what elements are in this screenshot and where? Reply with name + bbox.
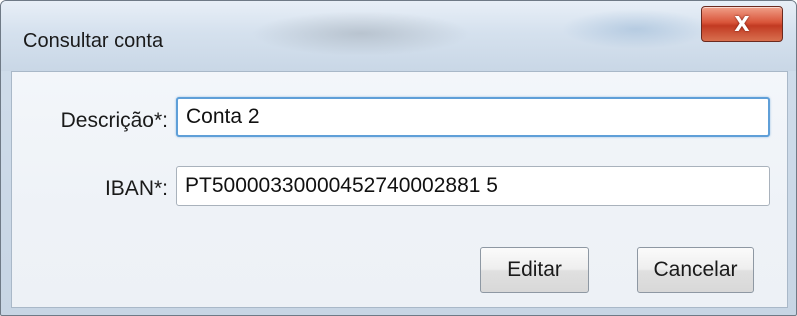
window-title: Consultar conta [23, 30, 164, 52]
close-icon: X [734, 12, 750, 36]
cancel-button[interactable]: Cancelar [637, 247, 754, 293]
iban-field[interactable]: PT50000330000452740002881 5 [176, 166, 770, 206]
title-bar[interactable]: Consultar conta X [1, 1, 796, 71]
dialog-content: Descrição*: Conta 2 IBAN*: PT50000330000… [11, 71, 788, 308]
iban-label: IBAN*: [104, 177, 168, 200]
description-field[interactable]: Conta 2 [176, 97, 770, 137]
title-bar-blur [251, 11, 471, 56]
close-button[interactable]: X [701, 6, 783, 42]
dialog-window: Consultar conta X Descrição*: Conta 2 IB… [0, 0, 797, 316]
edit-button[interactable]: Editar [480, 247, 589, 293]
description-label: Descrição*: [60, 109, 168, 132]
title-bar-blur [561, 9, 711, 49]
